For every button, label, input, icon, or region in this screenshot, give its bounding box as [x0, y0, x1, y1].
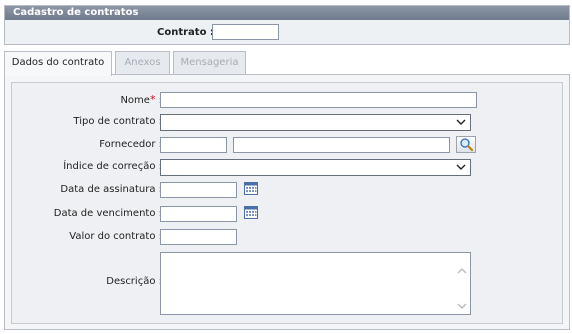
calendar-icon[interactable] [244, 205, 258, 219]
chevron-down-icon [456, 119, 466, 125]
valor-label: Valor do contrato : [69, 231, 162, 242]
fornecedor-name-input[interactable] [233, 137, 450, 153]
nome-label: Nome* : [120, 93, 162, 106]
chevron-down-icon [456, 164, 466, 170]
tab-content: Nome* : Tipo de contrato : Fornecedor : … [4, 74, 570, 330]
panel-title: Cadastro de contratos [5, 6, 569, 20]
descricao-label-wrap: Descrição : [12, 276, 162, 292]
tab-mensageria[interactable]: Mensageria [173, 51, 246, 75]
descricao-textarea[interactable] [160, 252, 471, 315]
tipo-contrato-select[interactable] [160, 114, 471, 131]
magnifier-icon [460, 138, 474, 152]
nome-input[interactable] [160, 92, 477, 108]
scroll-up-icon[interactable] [457, 267, 467, 275]
vencimento-label: Data de vencimento : [53, 208, 162, 219]
tipo-label-wrap: Tipo de contrato : [12, 116, 162, 132]
assinatura-label-wrap: Data de assinatura : [12, 184, 162, 200]
assinatura-label: Data de assinatura : [60, 184, 162, 195]
fornecedor-search-button[interactable] [456, 136, 476, 153]
tab-bar: Dados do contrato Anexos Mensageria [4, 51, 570, 76]
indice-correcao-select[interactable] [160, 159, 471, 176]
indice-label: Índice de correção : [63, 161, 162, 172]
fornecedor-code-input[interactable] [160, 137, 227, 153]
descricao-label: Descrição : [106, 276, 162, 287]
valor-contrato-input[interactable] [160, 229, 237, 245]
fornecedor-label: Fornecedor : [99, 139, 162, 150]
fornecedor-label-wrap: Fornecedor : [12, 139, 162, 155]
data-vencimento-input[interactable] [160, 206, 237, 222]
data-assinatura-input[interactable] [160, 182, 237, 198]
tipo-label: Tipo de contrato : [73, 116, 162, 127]
contract-input[interactable] [212, 24, 279, 40]
contract-registration-panel: Cadastro de contratos Contrato : [4, 5, 570, 45]
valor-label-wrap: Valor do contrato : [12, 231, 162, 247]
vencimento-label-wrap: Data de vencimento : [12, 208, 162, 224]
required-mark: * [149, 93, 156, 106]
contract-row: Contrato : [5, 24, 569, 42]
indice-label-wrap: Índice de correção : [12, 161, 162, 177]
nome-label-text: Nome [120, 95, 150, 106]
scroll-down-icon[interactable] [457, 302, 467, 310]
contract-form: Nome* : Tipo de contrato : Fornecedor : … [11, 82, 563, 324]
calendar-icon[interactable] [244, 181, 258, 195]
nome-label-wrap: Nome* : [12, 93, 162, 109]
contract-label: Contrato : [157, 27, 214, 38]
tab-anexos[interactable]: Anexos [115, 51, 170, 75]
tab-dados-do-contrato[interactable]: Dados do contrato [4, 51, 112, 76]
